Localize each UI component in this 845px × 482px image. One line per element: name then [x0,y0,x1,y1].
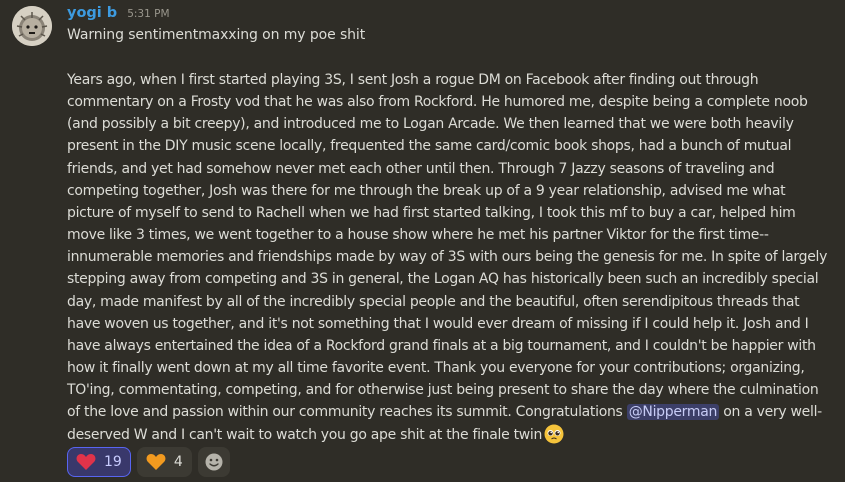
message-body: Years ago, when I first started playing … [67,69,835,446]
message-text: Years ago, when I first started playing … [67,72,828,421]
timestamp[interactable]: 5:31 PM [127,8,169,20]
red-heart-icon [76,454,96,470]
message-header: yogi b 5:31 PM [67,5,170,25]
add-reaction-button[interactable] [197,447,230,477]
orange-heart-icon [146,454,166,470]
reaction-orange-heart[interactable]: 4 [136,447,192,477]
user-mention[interactable]: @Nipperman [626,404,720,421]
message-first-line: Warning sentimentmaxxing on my poe shit [67,27,366,43]
username[interactable]: yogi b [67,5,117,21]
reaction-count: 4 [173,454,183,470]
reaction-red-heart[interactable]: 19 [67,447,131,477]
smiley-face-icon [205,453,223,471]
reactions-bar: 19 4 [67,447,230,477]
avatar-image [12,6,52,46]
reaction-count: 19 [104,454,122,470]
pleading-face-icon [544,424,564,443]
user-avatar[interactable] [12,6,52,46]
pleading-face-emoji[interactable] [544,424,564,444]
